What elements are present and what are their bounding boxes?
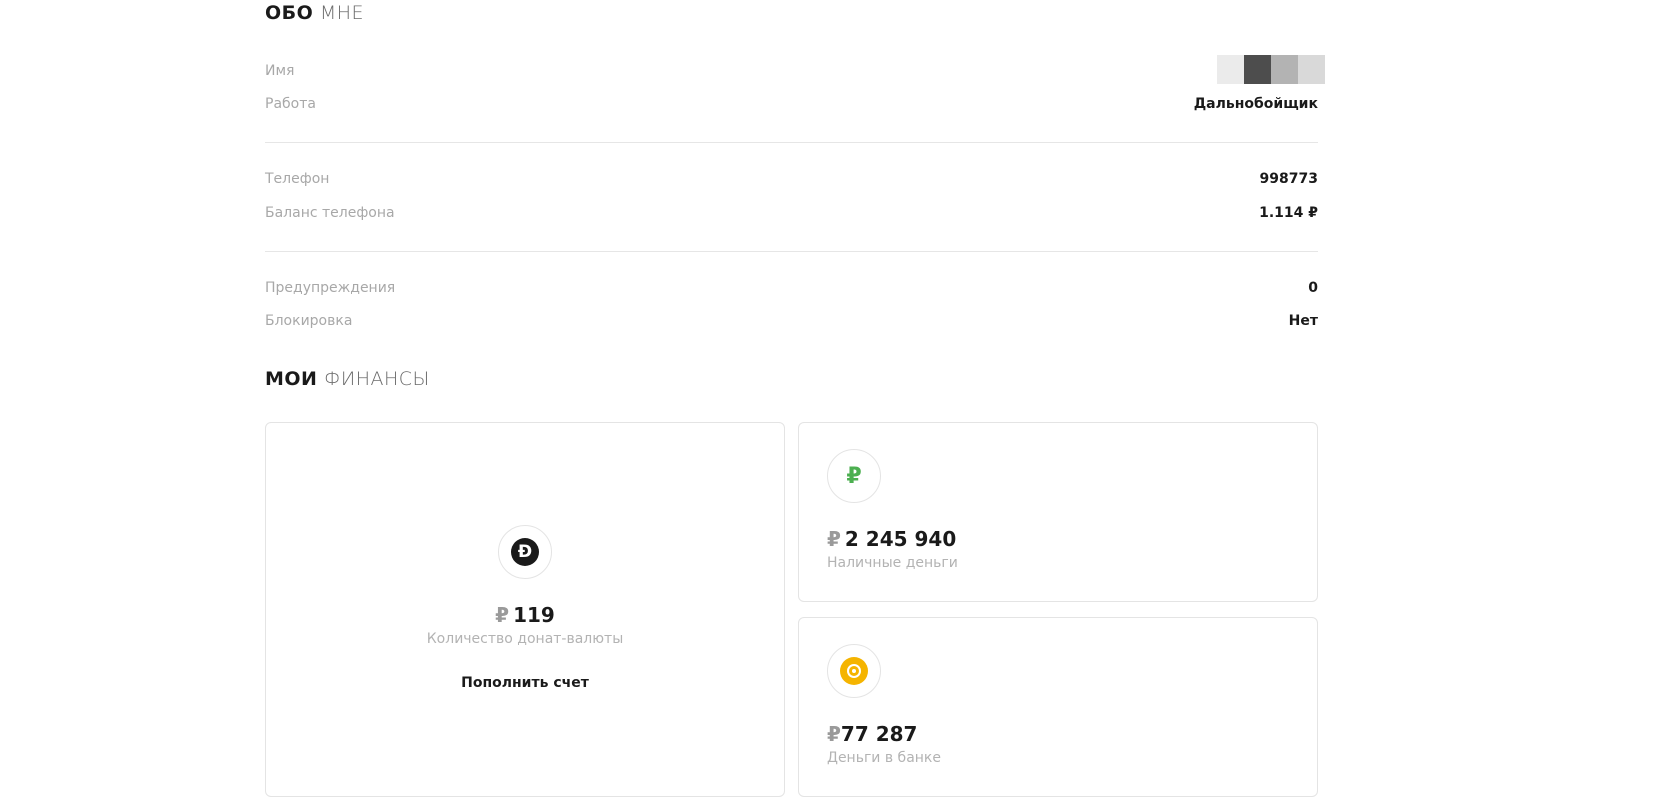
mask-block — [1298, 55, 1325, 84]
donate-icon-wrapper: Ð — [498, 525, 552, 579]
warnings-label: Предупреждения — [265, 280, 396, 296]
bank-card: ₽77 287 Деньги в банке — [798, 617, 1318, 797]
bank-amount-value: 77 287 — [840, 722, 918, 746]
mask-block — [1244, 55, 1271, 84]
phone-balance-label: Баланс телефона — [265, 205, 395, 221]
info-row-phone-balance: Баланс телефона 1.114 ₽ — [265, 203, 1318, 223]
currency-symbol: ₽ — [827, 722, 841, 746]
currency-symbol: ₽ — [827, 527, 841, 551]
job-value: Дальнобойщик — [1193, 96, 1318, 112]
info-row-job: Работа Дальнобойщик — [265, 94, 1318, 114]
cash-card: ₽ ₽2 245 940 Наличные деньги — [798, 422, 1318, 602]
info-row-name: Имя — [265, 61, 1318, 81]
phone-balance-value: 1.114 ₽ — [1259, 205, 1318, 221]
phone-value: 998773 — [1259, 171, 1318, 187]
cash-icon-wrapper: ₽ — [827, 449, 881, 503]
finances-section-title: МОИ ФИНАНСЫ — [265, 368, 430, 390]
about-title-light: МНЕ — [319, 2, 365, 24]
finances-title-light: ФИНАНСЫ — [324, 368, 430, 390]
name-label: Имя — [265, 63, 295, 79]
divider — [265, 142, 1318, 143]
finances-title-bold: МОИ — [265, 368, 318, 390]
donate-card: Ð ₽119 Количество донат-валюты Пополнить… — [265, 422, 785, 797]
mask-block — [1217, 55, 1244, 84]
bank-coin-icon — [840, 657, 868, 685]
cash-amount-value: 2 245 940 — [844, 527, 957, 551]
bank-caption: Деньги в банке — [827, 750, 941, 766]
phone-label: Телефон — [265, 171, 330, 187]
top-up-button[interactable]: Пополнить счет — [266, 675, 784, 691]
about-title-bold: ОБО — [265, 2, 314, 24]
currency-symbol: ₽ — [495, 603, 510, 627]
warnings-value: 0 — [1308, 280, 1318, 296]
cash-amount: ₽2 245 940 — [827, 527, 956, 551]
donate-coin-icon: Ð — [511, 538, 539, 566]
job-label: Работа — [265, 96, 316, 112]
ban-label: Блокировка — [265, 313, 353, 329]
donate-amount-value: 119 — [513, 603, 555, 627]
ban-value: Нет — [1288, 313, 1318, 329]
donate-amount: ₽119 — [266, 603, 784, 627]
about-section-title: ОБО МНЕ — [265, 2, 364, 24]
info-row-warnings: Предупреждения 0 — [265, 278, 1318, 298]
mask-block — [1271, 55, 1298, 84]
bank-icon-wrapper — [827, 644, 881, 698]
info-row-ban: Блокировка Нет — [265, 311, 1318, 331]
ruble-icon: ₽ — [846, 463, 862, 489]
divider — [265, 251, 1318, 252]
cash-caption: Наличные деньги — [827, 555, 958, 571]
bank-amount: ₽77 287 — [827, 722, 917, 746]
name-value-redacted — [1217, 55, 1325, 84]
donate-caption: Количество донат-валюты — [426, 631, 624, 647]
info-row-phone: Телефон 998773 — [265, 169, 1318, 189]
